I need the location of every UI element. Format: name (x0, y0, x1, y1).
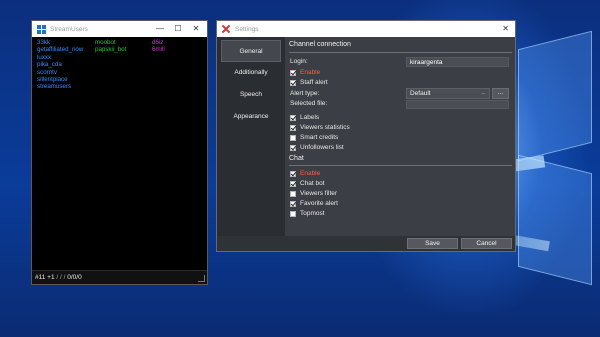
favorite-alert-checkbox[interactable]: Favorite alert (290, 199, 338, 208)
window-title: Settings (235, 25, 259, 33)
checkbox-unchecked-icon (290, 134, 296, 141)
cancel-button[interactable]: Cancel (461, 238, 512, 249)
checkbox-checked-icon (290, 69, 296, 76)
user-name[interactable]: sillentplace (37, 76, 83, 83)
tab-speech[interactable]: Speech (221, 84, 281, 106)
user-name[interactable]: streamusers (37, 83, 83, 90)
user-list-area: 33kk getaffiliated_now luxxx pika_cda sc… (32, 37, 207, 270)
status-bar: #11 +1 / / / 0/0/0 (32, 270, 207, 284)
alert-type-dropdown[interactable]: Default – (406, 88, 490, 99)
checkbox-label: Smart credits (300, 134, 339, 141)
close-button[interactable]: ✕ (187, 21, 205, 37)
section-header-chat: Chat (289, 155, 304, 162)
user-column-magenta: d6iz 6mill (152, 39, 165, 54)
user-column-blue: 33kk getaffiliated_now luxxx pika_cda sc… (37, 39, 83, 91)
selected-file-field[interactable] (406, 100, 509, 109)
checkbox-unchecked-icon (290, 210, 296, 217)
checkbox-checked-icon (290, 180, 296, 187)
settings-window: Settings ✕ General Additionally Speech A… (216, 20, 516, 252)
checkbox-label: Unfollowers list (300, 144, 344, 151)
user-name[interactable]: papskii_bot (95, 46, 126, 53)
checkbox-label: Labels (300, 114, 320, 121)
close-button[interactable]: ✕ (502, 21, 509, 37)
user-column-green: moobot papskii_bot (95, 39, 126, 54)
chat-bot-checkbox[interactable]: Chat bot (290, 179, 325, 188)
streamusers-window: StreamUsers — ☐ ✕ 33kk getaffiliated_now… (31, 20, 208, 285)
viewers-filter-checkbox[interactable]: Viewers filter (290, 189, 337, 198)
save-button[interactable]: Save (407, 238, 458, 249)
user-name[interactable]: d6iz (152, 39, 165, 46)
windows-logo-pane-bottom (518, 154, 592, 286)
topmost-checkbox[interactable]: Topmost (290, 209, 325, 218)
browse-file-button[interactable]: ... (492, 88, 509, 99)
dropdown-value: Default (410, 90, 431, 97)
settings-footer: Save Cancel (217, 236, 515, 251)
windows-logo-pane-top (518, 30, 592, 162)
minimize-button[interactable]: — (151, 21, 169, 37)
unfollowers-list-checkbox[interactable]: Unfollowers list (290, 143, 344, 152)
settings-content: Channel connection Login: kiraargenta En… (286, 37, 515, 237)
user-name[interactable]: scorntv (37, 69, 83, 76)
tab-appearance[interactable]: Appearance (221, 106, 281, 128)
resize-grip-icon[interactable] (198, 275, 205, 282)
user-name[interactable]: pika_cda (37, 61, 83, 68)
checkbox-checked-icon (290, 79, 296, 86)
user-name[interactable]: moobot (95, 39, 126, 46)
login-field[interactable]: kiraargenta (406, 57, 509, 67)
status-separators: / / / (56, 274, 66, 281)
checkbox-label: Viewers statistics (300, 124, 350, 131)
login-label: Login: (290, 58, 308, 65)
chat-enable-checkbox[interactable]: Enable (290, 169, 320, 178)
checkbox-label: Topmost (300, 210, 325, 217)
section-header-channel: Channel connection (289, 41, 351, 48)
checkbox-label: Viewers filter (300, 190, 338, 197)
user-name[interactable]: luxxx (37, 54, 83, 61)
checkbox-checked-icon (290, 170, 296, 177)
labels-checkbox[interactable]: Labels (290, 113, 319, 122)
checkbox-checked-icon (290, 200, 296, 207)
checkbox-label: Enable (300, 170, 321, 177)
user-name[interactable]: 6mill (152, 46, 165, 53)
dropdown-arrow-icon: – (481, 91, 485, 97)
window-title: StreamUsers (50, 25, 88, 33)
section-divider (289, 165, 512, 166)
selected-file-label: Selected file: (290, 100, 328, 107)
checkbox-checked-icon (290, 114, 296, 121)
maximize-button[interactable]: ☐ (169, 21, 187, 37)
checkbox-unchecked-icon (290, 190, 296, 197)
status-ratio: 0/0/0 (67, 274, 82, 281)
tab-additionally[interactable]: Additionally (221, 62, 281, 84)
checkbox-label: Staff alert (300, 79, 328, 86)
app-grid-icon (37, 24, 46, 34)
checkbox-label: Chat bot (300, 180, 325, 187)
staff-alert-checkbox[interactable]: Staff alert (290, 78, 328, 87)
smart-credits-checkbox[interactable]: Smart credits (290, 133, 338, 142)
checkbox-label: Favorite alert (300, 200, 338, 207)
alert-type-label: Alert type: (290, 90, 320, 97)
streamusers-titlebar[interactable]: StreamUsers — ☐ ✕ (32, 21, 207, 37)
user-name[interactable]: getaffiliated_now (37, 46, 83, 53)
channel-enable-checkbox[interactable]: Enable (290, 68, 320, 77)
user-name[interactable]: 33kk (37, 39, 83, 46)
checkbox-label: Enable (300, 69, 321, 76)
user-count: #11 +1 (35, 274, 55, 281)
settings-titlebar[interactable]: Settings ✕ (217, 21, 515, 37)
checkbox-checked-icon (290, 144, 296, 151)
settings-sidebar: General Additionally Speech Appearance (217, 37, 285, 237)
app-x-icon (221, 24, 231, 34)
checkbox-checked-icon (290, 124, 296, 131)
tab-general[interactable]: General (221, 40, 281, 62)
section-divider (289, 52, 512, 53)
viewers-statistics-checkbox[interactable]: Viewers statistics (290, 123, 350, 132)
